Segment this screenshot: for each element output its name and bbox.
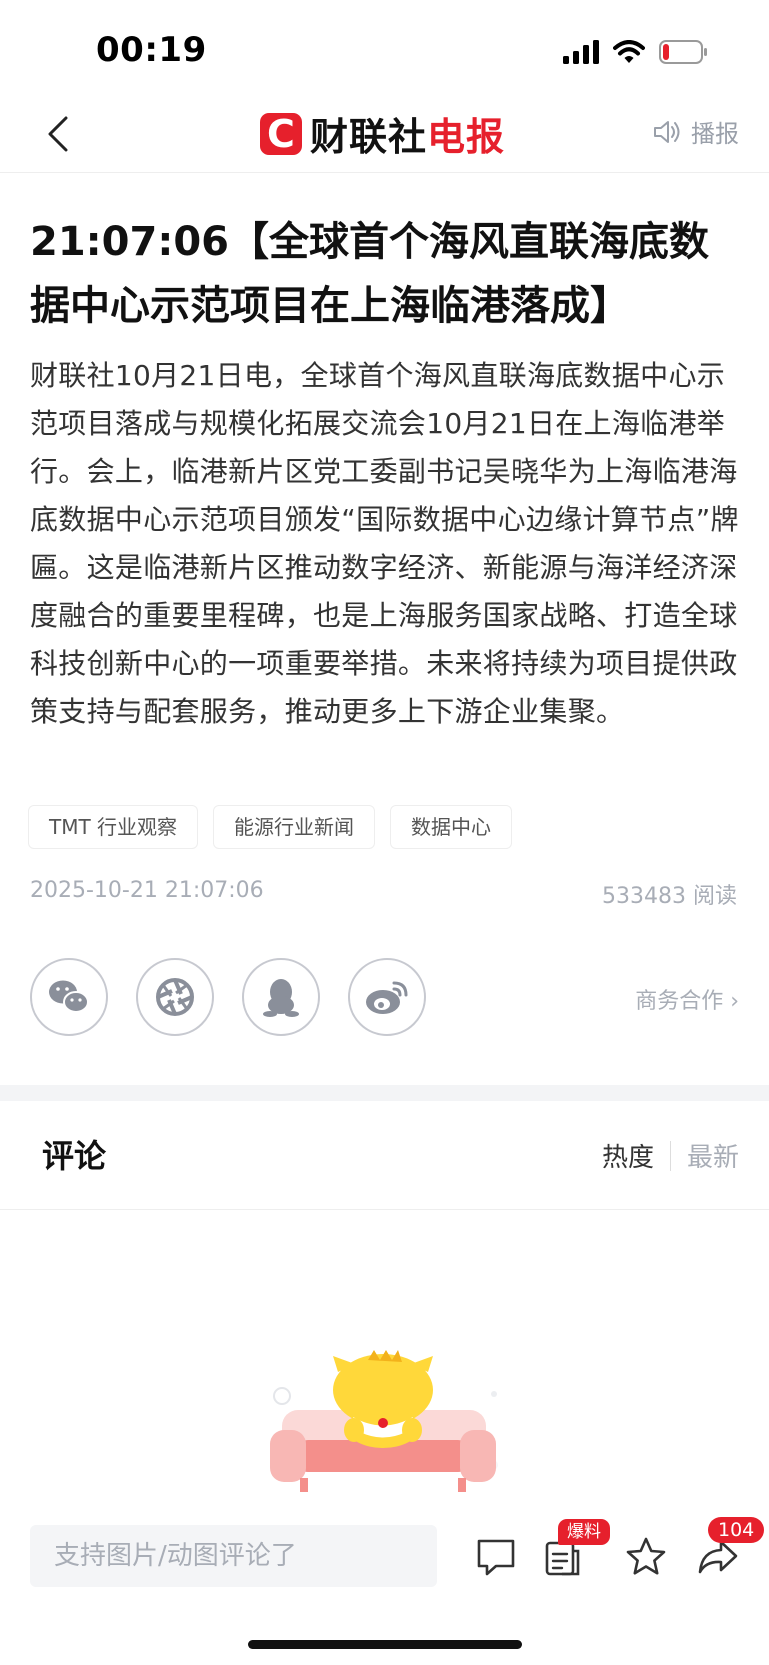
- moments-icon: [156, 978, 194, 1016]
- logo-text: 财联社电报: [310, 106, 505, 161]
- tag-tmt[interactable]: TMT 行业观察: [28, 805, 199, 849]
- publish-date: 2025-10-21 21:07:06: [30, 878, 264, 903]
- battery-icon: [659, 40, 707, 64]
- share-count-badge: 104: [708, 1517, 765, 1543]
- speaker-icon: [654, 120, 680, 143]
- logo-text-red: 电报: [427, 115, 506, 159]
- nav-bar: C 财联社电报 播报: [0, 100, 769, 173]
- comments-header: 评论 热度 最新: [0, 1101, 769, 1210]
- share-weibo-button[interactable]: [348, 958, 426, 1036]
- tag-energy[interactable]: 能源行业新闻: [213, 805, 376, 849]
- logo-text-black: 财联社: [310, 115, 428, 159]
- status-time: 00:19: [96, 30, 207, 70]
- weibo-icon: [366, 981, 408, 1014]
- comment-input[interactable]: 支持图片/动图评论了: [30, 1525, 437, 1587]
- wifi-icon: [613, 40, 645, 63]
- article-title: 21:07:06【全球首个海风直联海底数据中心示范项目在上海临港落成】: [30, 219, 709, 329]
- empty-comments-mascot: [270, 1350, 498, 1492]
- signal-icon: [563, 40, 599, 64]
- share-qq-button[interactable]: [242, 958, 320, 1036]
- comments-title: 评论: [42, 1137, 107, 1175]
- comment-icon[interactable]: [474, 1535, 518, 1579]
- broadcast-button[interactable]: 播报: [653, 114, 739, 149]
- logo-mark: C: [260, 112, 302, 155]
- status-bar: 00:19: [0, 0, 769, 100]
- star-icon[interactable]: [624, 1535, 668, 1579]
- share-row: [30, 958, 426, 1036]
- tag-datacenter[interactable]: 数据中心: [390, 805, 513, 849]
- share-wechat-button[interactable]: [30, 958, 108, 1036]
- back-icon[interactable]: [38, 112, 82, 156]
- business-cooperation-link[interactable]: 商务合作 ›: [635, 983, 739, 1015]
- sort-new-tab[interactable]: 最新: [687, 1137, 739, 1174]
- read-count: 533483 阅读: [602, 884, 737, 909]
- broadcast-label: 播报: [691, 120, 739, 148]
- sort-separator: [669, 1140, 671, 1171]
- tag-list: TMT 行业观察 能源行业新闻 数据中心: [28, 805, 513, 849]
- article-body: 财联社10月21日电，全球首个海风直联海底数据中心示范项目落成与规模化拓展交流会…: [30, 359, 739, 728]
- comment-sort: 热度 最新: [602, 1137, 739, 1174]
- wechat-icon: [49, 980, 89, 1013]
- qq-icon: [263, 979, 299, 1017]
- sort-hot-tab[interactable]: 热度: [602, 1137, 654, 1174]
- section-divider: [0, 1085, 769, 1101]
- app-logo: C 财联社电报: [260, 106, 505, 161]
- home-indicator: [248, 1640, 522, 1649]
- baoliao-badge: 爆料: [558, 1519, 610, 1545]
- share-moments-button[interactable]: [136, 958, 214, 1036]
- status-icons: [563, 40, 707, 64]
